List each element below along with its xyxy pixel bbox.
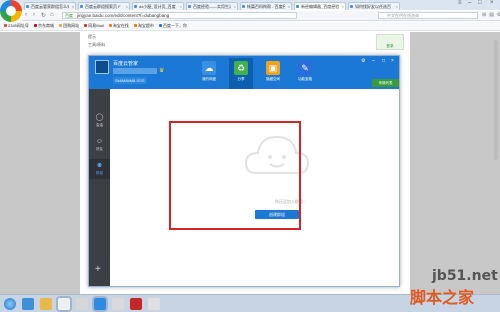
watermark-text: 脚本之家 [410, 288, 475, 307]
share-icon: ♻ [234, 61, 248, 75]
page-tab-tips[interactable]: 提示 [88, 34, 105, 40]
address-bar-row: ‹ › ↻ ⌂ 百度 jingyan.baidu.com/edit/conten… [22, 11, 500, 21]
app-title: 百度云管家 [113, 61, 139, 67]
app-icon[interactable] [130, 298, 142, 310]
bookmark-icon [159, 24, 162, 27]
page-scrollbar[interactable] [494, 40, 498, 160]
bookmark-item[interactable]: 百度一下，你 [159, 22, 187, 30]
bookmark-item[interactable]: 团购网站 [59, 22, 79, 30]
bookmark-icon [59, 24, 63, 27]
crown-icon: ♛ [159, 68, 165, 74]
bookmark-item[interactable]: 网易Mail [84, 22, 104, 30]
page-icon [134, 5, 137, 8]
start-icon[interactable] [4, 298, 16, 310]
back-icon[interactable]: ‹ [25, 12, 27, 18]
close-icon[interactable]: × [288, 4, 290, 9]
app-sidebar: ◯ 会话 ☺ 好友 ☻ 群组 + [89, 89, 110, 286]
browser-tab[interactable]: 百度云管家群组怎么对 × [24, 2, 76, 10]
page-icon [188, 5, 191, 8]
sidebar-item-chat[interactable]: ◯ 会话 [89, 111, 110, 131]
browser-icon[interactable] [58, 298, 70, 310]
chat-icon: ◯ [95, 114, 104, 121]
page-icon [26, 5, 29, 8]
bookmark-item[interactable]: 淘宝在找 [108, 22, 129, 30]
close-icon[interactable]: × [234, 4, 236, 9]
app-header: 百度云管家 ♛ Sk6M8tIM8-SSS ☁ 我的网盘 ♻ 分享 ▣ 隐藏空间… [89, 56, 399, 89]
browser-tab[interactable]: dz小屋_设计页_百度 × [132, 2, 184, 10]
page-icon [80, 5, 83, 8]
browser-tab[interactable]: 百度经验——实用生活 × [186, 2, 238, 10]
highlight-box [169, 121, 301, 230]
bookmark-item[interactable]: 京东商城 [34, 22, 54, 30]
browser-logo-icon[interactable] [0, 0, 22, 22]
close-icon[interactable]: × [342, 4, 344, 9]
minimize-icon[interactable]: – [372, 58, 375, 64]
page-icon [350, 5, 353, 8]
browser-tabbar: 百度云管家群组怎么对 × 百度云群组搜索页 F × dz小屋_设计页_百度 × 百度经… [0, 0, 500, 10]
close-icon[interactable]: × [391, 58, 394, 64]
bookmark-icon [84, 24, 88, 27]
bookmark-icon [108, 24, 112, 27]
close-window-icon[interactable]: × [490, 0, 494, 6]
group-icon: ☻ [95, 162, 104, 169]
sidebar-item-friends[interactable]: ☺ 好友 [89, 135, 110, 155]
user-id: Sk6M8tIM8-SSS [113, 77, 147, 84]
baidu-cloud-icon[interactable] [94, 298, 106, 310]
bookmarks-bar: 2345网址导 京东商城 团购网站 网易Mail 淘宝在找 淘宝超市 百度一下，… [0, 22, 500, 31]
friend-icon: ☺ [95, 138, 104, 145]
lock-icon: ▣ [266, 61, 280, 75]
username-mask [113, 68, 157, 74]
menu-icon[interactable]: ≡ [458, 0, 462, 6]
app-icon[interactable] [148, 298, 160, 310]
maximize-icon[interactable]: □ [478, 0, 482, 6]
page-icon [296, 5, 299, 8]
page-tab-tools[interactable]: 工具/原料 [88, 42, 105, 48]
close-icon[interactable]: × [180, 4, 182, 9]
browser-tab[interactable]: 如何找好友以任选百 × [348, 2, 400, 10]
bookmark-icon [34, 24, 38, 27]
cloud-drive-icon: ☁ [202, 61, 216, 75]
browser-tab[interactable]: 帐篇百科构帮 - 百度经 × [240, 2, 292, 10]
search-input[interactable]: 中文在供在线咨询 [378, 12, 478, 19]
minimize-icon[interactable]: – [468, 0, 471, 6]
toolbox-icon: ✎ [298, 61, 312, 75]
browser-tab[interactable]: 百度云群组搜索页 F × [78, 2, 130, 10]
folder-icon[interactable] [40, 298, 52, 310]
nav-tab-hidden-space[interactable]: ▣ 隐藏空间 [261, 58, 285, 89]
close-icon[interactable]: × [72, 4, 74, 9]
refresh-icon[interactable]: ↻ [41, 12, 46, 19]
home-icon[interactable]: ⌂ [50, 12, 54, 18]
nav-tab-my-drive[interactable]: ☁ 我的网盘 [197, 58, 221, 89]
forward-icon[interactable]: › [33, 12, 35, 18]
page-tabs: 提示 工具/原料 [88, 34, 105, 48]
bookmark-icon [133, 24, 137, 27]
nav-tab-share[interactable]: ♻ 分享 [229, 58, 253, 89]
settings-icon[interactable]: ⚙ [361, 58, 365, 64]
nav-tab-toolbox[interactable]: ✎ 功能宝箱 [293, 58, 317, 89]
watermark-url: jb51.net [432, 268, 498, 284]
browser-tab-active[interactable]: 新经编辑器_百度经验 × [294, 2, 346, 10]
app-icon[interactable] [76, 298, 88, 310]
sidebar-item-groups[interactable]: ☻ 群组 [89, 159, 110, 179]
toolbar-icons[interactable]: ⊞▤⚙ [482, 12, 500, 18]
avatar[interactable] [95, 60, 109, 74]
bookmark-item[interactable]: 淘宝超市 [133, 22, 154, 30]
bookmark-item[interactable]: 2345网址导 [4, 22, 29, 30]
maximize-icon[interactable]: □ [382, 58, 385, 64]
ie-icon[interactable] [22, 298, 34, 310]
add-icon[interactable]: + [95, 264, 101, 275]
url-input[interactable]: 百度 jingyan.baidu.com/edit/content?f=duba… [62, 12, 297, 19]
close-icon[interactable]: × [126, 4, 128, 9]
close-icon[interactable]: × [396, 4, 398, 9]
bookmark-icon [4, 24, 7, 27]
page-icon [242, 5, 245, 8]
app-icon[interactable] [112, 298, 124, 310]
login-widget[interactable]: 登录 [376, 34, 404, 50]
transfer-list-button[interactable]: 传输列表 [372, 79, 399, 87]
